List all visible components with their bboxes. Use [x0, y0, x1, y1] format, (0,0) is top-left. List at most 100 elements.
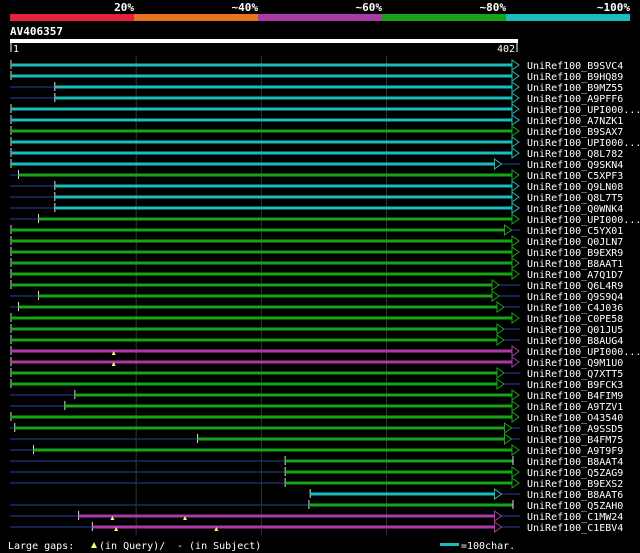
- hit-label[interactable]: UniRef100_B9MZ55: [527, 83, 623, 94]
- hit-row[interactable]: UniRef100_B9FCK3: [10, 378, 623, 391]
- hit-row[interactable]: UniRef100_A7Q1D7: [10, 268, 623, 281]
- hit-row[interactable]: UniRef100_Q9S9Q4: [10, 290, 623, 303]
- hit-bar[interactable]: [64, 404, 514, 408]
- hit-row[interactable]: UniRef100_B4FM75: [10, 433, 623, 446]
- hit-row[interactable]: UniRef100_O43540: [10, 411, 623, 424]
- hit-row[interactable]: UniRef100_B9MZ55: [10, 81, 623, 94]
- hit-bar[interactable]: [11, 63, 513, 67]
- hit-row[interactable]: UniRef100_Q9SKN4: [10, 158, 623, 171]
- hit-bar[interactable]: [74, 393, 513, 397]
- hit-label[interactable]: UniRef100_Q7XTT5: [527, 369, 623, 380]
- hit-label[interactable]: UniRef100_Q8L7T5: [527, 193, 623, 204]
- hit-label[interactable]: UniRef100_A7NZK1: [527, 116, 623, 127]
- hit-label[interactable]: UniRef100_B8AAT1: [527, 259, 623, 270]
- hit-row[interactable]: UniRef100_C5YX01: [10, 224, 623, 237]
- hit-bar[interactable]: [308, 503, 513, 507]
- hit-bar[interactable]: [11, 118, 513, 122]
- hit-bar[interactable]: [54, 96, 513, 100]
- hit-label[interactable]: UniRef100_B8AAT6: [527, 490, 623, 501]
- hit-label[interactable]: UniRef100_B4FM75: [527, 435, 623, 446]
- hit-label[interactable]: UniRef100_UPI000...: [527, 347, 640, 358]
- hit-row[interactable]: UniRef100_Q8L782: [10, 147, 623, 160]
- hit-bar[interactable]: [54, 195, 513, 199]
- hit-row[interactable]: UniRef100_Q9M1U0: [10, 356, 623, 369]
- hit-bar[interactable]: [54, 206, 513, 210]
- hit-row[interactable]: UniRef100_A9SSD5: [10, 422, 623, 435]
- hit-bar[interactable]: [38, 294, 493, 298]
- hit-label[interactable]: UniRef100_Q0WNK4: [527, 204, 623, 215]
- hit-label[interactable]: UniRef100_Q9LN08: [527, 182, 623, 193]
- hit-label[interactable]: UniRef100_UPI000...: [527, 215, 640, 226]
- hit-row[interactable]: UniRef100_Q7XTT5: [10, 367, 623, 380]
- hit-row[interactable]: UniRef100_C1MW24: [10, 510, 623, 523]
- hit-label[interactable]: UniRef100_Q01JU5: [527, 325, 623, 336]
- hit-label[interactable]: UniRef100_Q5ZAG9: [527, 468, 623, 479]
- hit-bar[interactable]: [33, 448, 514, 452]
- hit-row[interactable]: UniRef100_B8AAT1: [10, 257, 623, 270]
- hit-bar[interactable]: [11, 360, 513, 364]
- hit-bar[interactable]: [11, 129, 513, 133]
- hit-bar[interactable]: [285, 459, 513, 463]
- hit-label[interactable]: UniRef100_Q9S9Q4: [527, 292, 623, 303]
- hit-row[interactable]: UniRef100_A9PFF6: [10, 92, 623, 105]
- hit-row[interactable]: UniRef100_Q8L7T5: [10, 191, 623, 204]
- hit-bar[interactable]: [11, 162, 496, 166]
- hit-row[interactable]: UniRef100_B9SVC4: [10, 59, 623, 72]
- hit-row[interactable]: UniRef100_B9SAX7: [10, 125, 623, 138]
- hit-label[interactable]: UniRef100_A9T9F9: [527, 446, 623, 457]
- hit-bar[interactable]: [11, 338, 498, 342]
- hit-bar[interactable]: [11, 228, 506, 232]
- hit-label[interactable]: UniRef100_UPI000...: [527, 105, 640, 116]
- hit-row[interactable]: UniRef100_B9EXS2: [10, 477, 623, 490]
- hit-bar[interactable]: [38, 217, 514, 221]
- hit-row[interactable]: UniRef100_C4J036: [10, 301, 623, 314]
- hit-bar[interactable]: [11, 239, 513, 243]
- hit-label[interactable]: UniRef100_B9EXS2: [527, 479, 623, 490]
- hit-label[interactable]: UniRef100_Q5ZAH0: [527, 501, 623, 512]
- hit-bar[interactable]: [285, 481, 513, 485]
- hit-label[interactable]: UniRef100_B4FIM9: [527, 391, 623, 402]
- hit-row[interactable]: UniRef100_B9EXR9: [10, 246, 623, 259]
- hit-label[interactable]: UniRef100_C1MW24: [527, 512, 623, 523]
- hit-row[interactable]: UniRef100_C1EBV4: [10, 521, 623, 534]
- hit-bar[interactable]: [18, 305, 498, 309]
- hit-label[interactable]: UniRef100_Q9SKN4: [527, 160, 623, 171]
- hit-bar[interactable]: [11, 140, 513, 144]
- hit-row[interactable]: UniRef100_A9T9F9: [10, 444, 623, 457]
- hit-bar[interactable]: [11, 261, 513, 265]
- hit-label[interactable]: UniRef100_Q6L4R9: [527, 281, 623, 292]
- hit-row[interactable]: UniRef100_A9TZV1: [10, 400, 623, 413]
- hit-row[interactable]: UniRef100_Q01JU5: [10, 323, 623, 336]
- hit-bar[interactable]: [11, 74, 513, 78]
- hit-bar[interactable]: [11, 151, 513, 155]
- hit-bar[interactable]: [310, 492, 496, 496]
- hit-row[interactable]: UniRef100_A7NZK1: [10, 114, 623, 127]
- hit-row[interactable]: UniRef100_B8AAT4: [10, 456, 623, 468]
- hit-bar[interactable]: [285, 470, 513, 474]
- hit-row[interactable]: UniRef100_B8AUG4: [10, 334, 623, 347]
- hit-row[interactable]: UniRef100_Q9LN08: [10, 180, 623, 193]
- hit-row[interactable]: UniRef100_UPI000...: [10, 213, 640, 226]
- hit-bar[interactable]: [54, 184, 513, 188]
- hit-bar[interactable]: [11, 349, 513, 353]
- hit-label[interactable]: UniRef100_A9TZV1: [527, 402, 623, 413]
- hit-label[interactable]: UniRef100_C5YX01: [527, 226, 623, 237]
- hit-bar[interactable]: [11, 371, 498, 375]
- hit-row[interactable]: UniRef100_Q5ZAG9: [10, 466, 623, 479]
- hit-row[interactable]: UniRef100_UPI000...: [10, 345, 640, 358]
- hit-bar[interactable]: [11, 327, 498, 331]
- hit-label[interactable]: UniRef100_Q8L782: [527, 149, 623, 160]
- hit-label[interactable]: UniRef100_A9PFF6: [527, 94, 623, 105]
- hit-label[interactable]: UniRef100_O43540: [527, 413, 623, 424]
- hit-row[interactable]: UniRef100_UPI000...: [10, 103, 640, 116]
- hit-row[interactable]: UniRef100_Q5ZAH0: [10, 500, 623, 512]
- hit-label[interactable]: UniRef100_B9HQ89: [527, 72, 623, 83]
- hit-label[interactable]: UniRef100_B9SAX7: [527, 127, 623, 138]
- hit-row[interactable]: UniRef100_Q0WNK4: [10, 202, 623, 215]
- hit-bar[interactable]: [11, 107, 513, 111]
- hit-row[interactable]: UniRef100_B4FIM9: [10, 389, 623, 402]
- hit-row[interactable]: UniRef100_UPI000...: [10, 136, 640, 149]
- hit-bar[interactable]: [92, 525, 496, 529]
- hit-label[interactable]: UniRef100_B8AAT4: [527, 457, 623, 468]
- hit-label[interactable]: UniRef100_B9EXR9: [527, 248, 623, 259]
